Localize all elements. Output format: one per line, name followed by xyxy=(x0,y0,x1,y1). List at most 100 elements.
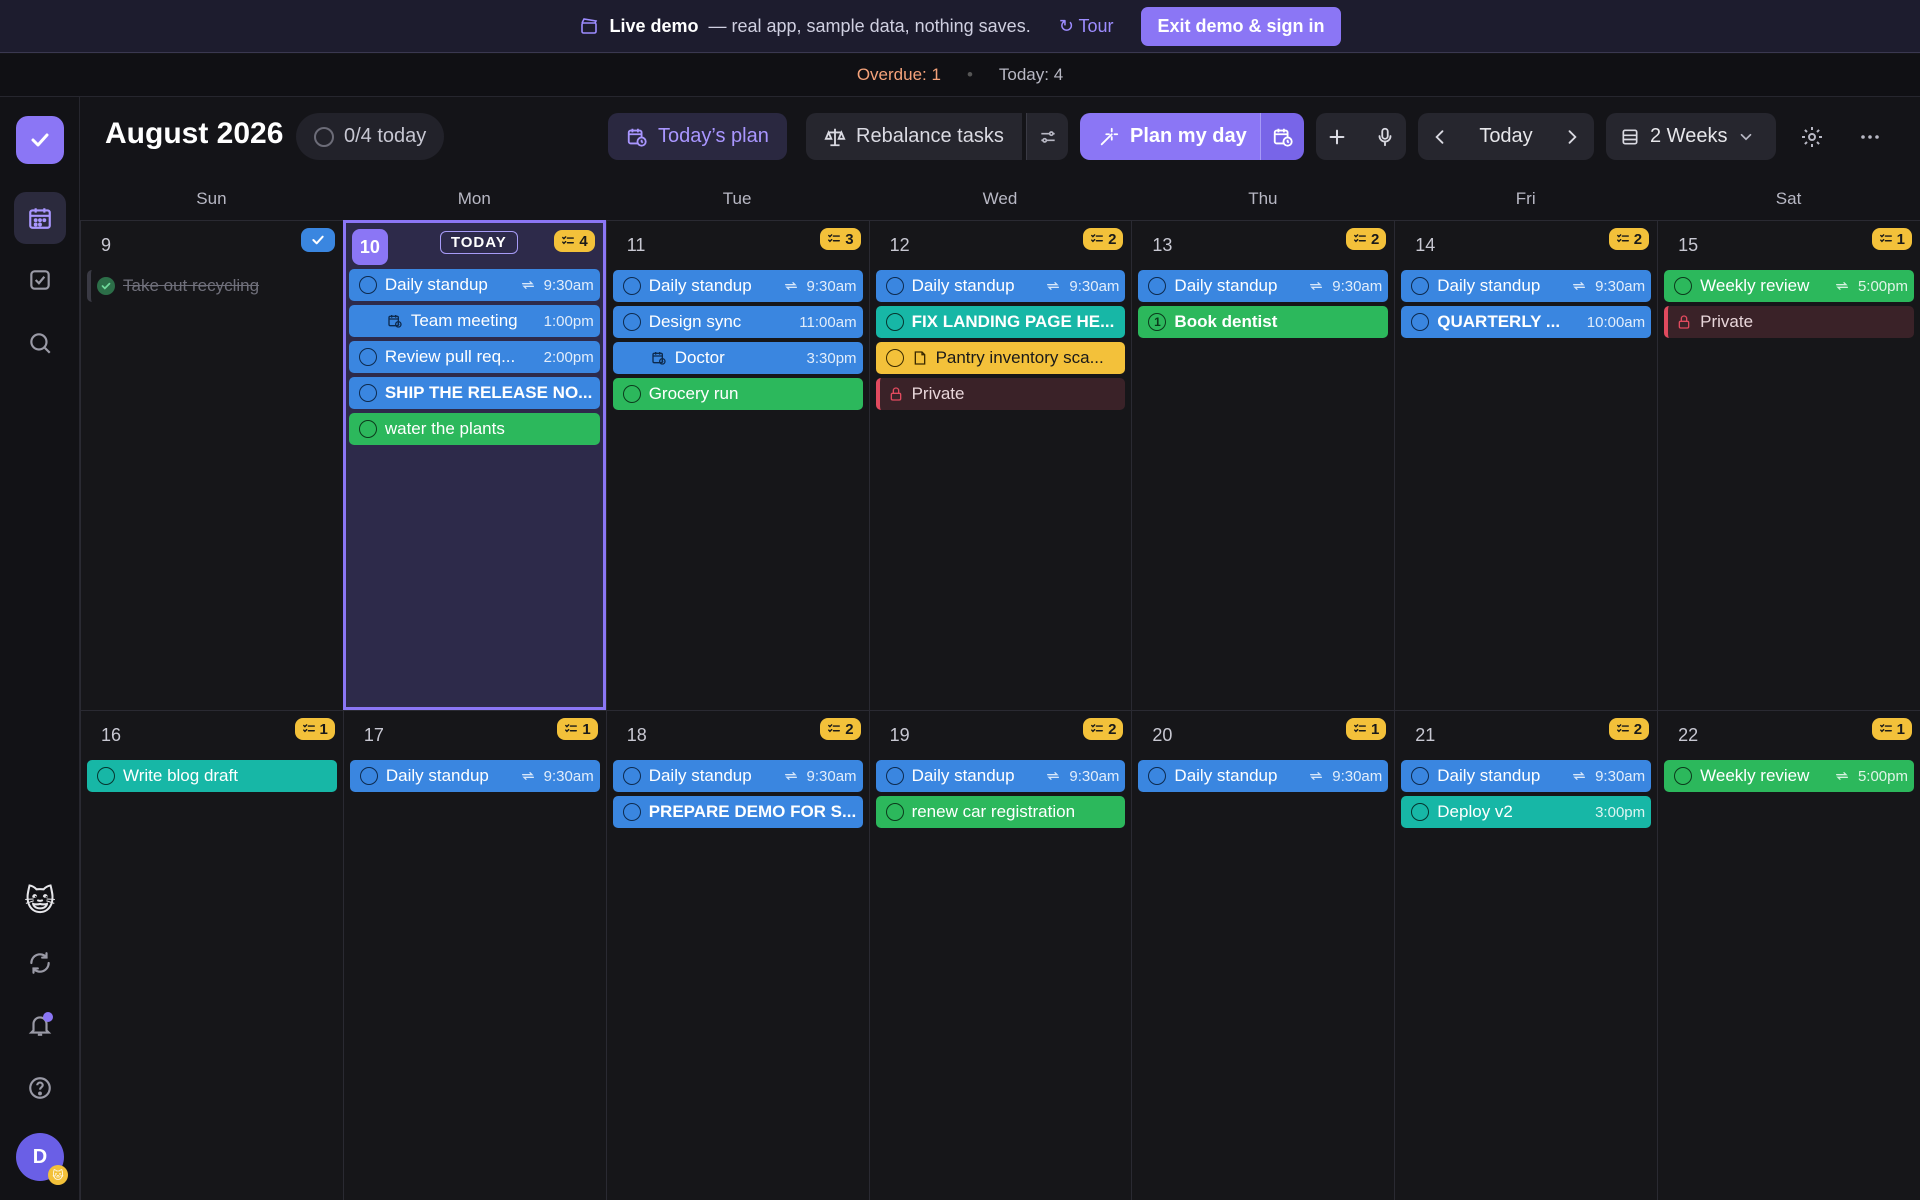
event-chip[interactable]: QUARTERLY ... 10:00am xyxy=(1401,306,1652,338)
day-cell[interactable]: 22 1 Weekly review 5:00pm xyxy=(1657,710,1920,1200)
event-chip[interactable]: SHIP THE RELEASE NO... xyxy=(348,377,600,409)
event-chip[interactable]: PREPARE DEMO FOR S... xyxy=(612,796,863,828)
event-chip[interactable]: Daily standup 9:30am xyxy=(612,760,863,792)
user-avatar[interactable]: D 🐱 xyxy=(16,1133,68,1185)
sidebar-item-search[interactable] xyxy=(14,317,66,369)
today-button[interactable]: Today xyxy=(1479,125,1532,148)
event-chip[interactable]: Take out recycling xyxy=(87,270,337,302)
task-checkbox[interactable] xyxy=(1674,277,1693,295)
plan-calendar-button[interactable] xyxy=(1260,113,1304,160)
rebalance-tasks-button[interactable]: Rebalance tasks xyxy=(806,113,1022,160)
task-count-badge[interactable]: 1 xyxy=(294,718,335,740)
event-chip[interactable]: 1 Book dentist xyxy=(1138,306,1389,338)
task-checkbox[interactable] xyxy=(1411,767,1430,785)
day-cell[interactable]: 13 2 Daily standup 9:30am 1 Book dentist xyxy=(1131,220,1395,710)
task-checkbox[interactable] xyxy=(622,313,641,331)
event-chip[interactable]: Daily standup 9:30am xyxy=(1138,760,1389,792)
day-cell[interactable]: 10 TODAY 4 Daily standup 9:30am Team meeting 1… xyxy=(342,220,606,710)
task-count-badge[interactable]: 2 xyxy=(1608,718,1650,740)
task-count-badge[interactable]: 1 xyxy=(1871,228,1912,250)
sidebar-item-calendar[interactable] xyxy=(14,192,66,244)
plan-my-day-button[interactable]: Plan my day xyxy=(1080,113,1265,160)
task-count-badge[interactable]: 2 xyxy=(1345,228,1387,250)
task-checkbox[interactable] xyxy=(885,277,904,295)
task-count-badge[interactable]: 1 xyxy=(557,718,598,740)
task-checkbox[interactable] xyxy=(1411,803,1430,821)
task-count-badge[interactable]: 4 xyxy=(554,230,595,252)
view-selector[interactable]: 2 Weeks xyxy=(1606,113,1776,160)
event-chip[interactable]: water the plants xyxy=(348,413,600,445)
event-chip[interactable]: Daily standup 9:30am xyxy=(875,760,1126,792)
event-chip[interactable]: Review pull req... 2:00pm xyxy=(348,341,600,373)
event-chip[interactable]: Weekly review 5:00pm xyxy=(1664,760,1914,792)
task-checkbox[interactable] xyxy=(622,767,641,785)
day-cell[interactable]: 17 1 Daily standup 9:30am xyxy=(342,710,606,1200)
event-chip[interactable]: Deploy v2 3:00pm xyxy=(1401,796,1652,828)
next-button[interactable] xyxy=(1562,127,1582,147)
event-chip[interactable]: Daily standup 9:30am xyxy=(1138,270,1389,302)
task-count-badge[interactable]: 2 xyxy=(1083,228,1124,250)
previous-button[interactable] xyxy=(1430,127,1450,147)
event-chip[interactable]: Design sync 11:00am xyxy=(612,306,863,338)
event-chip[interactable]: Doctor 3:30pm xyxy=(612,342,863,374)
event-chip[interactable]: Daily standup 9:30am xyxy=(348,269,600,301)
event-chip[interactable]: FIX LANDING PAGE HE... xyxy=(875,306,1126,338)
voice-input-button[interactable] xyxy=(1374,126,1396,148)
day-cell[interactable]: 16 1 Write blog draft xyxy=(80,710,343,1200)
day-cell[interactable]: 11 3 Daily standup 9:30am Design sync 11:00am… xyxy=(605,220,869,710)
event-chip[interactable]: Write blog draft xyxy=(87,760,337,792)
sidebar-item-notifications[interactable] xyxy=(14,999,66,1051)
today-count[interactable]: Today: 4 xyxy=(999,65,1063,85)
sidebar-item-help[interactable] xyxy=(14,1062,66,1114)
task-checkbox[interactable] xyxy=(1674,767,1693,785)
event-chip[interactable]: Daily standup 9:30am xyxy=(1401,760,1652,792)
todays-plan-button[interactable]: Today’s plan xyxy=(608,113,787,160)
task-checkbox[interactable] xyxy=(358,348,377,366)
event-chip[interactable]: Private xyxy=(1664,306,1914,338)
task-checkbox[interactable] xyxy=(1148,277,1167,295)
rebalance-options-button[interactable] xyxy=(1026,113,1068,160)
exit-demo-button[interactable]: Exit demo & sign in xyxy=(1141,6,1341,46)
more-options-button[interactable] xyxy=(1848,113,1892,160)
task-checkbox[interactable] xyxy=(622,803,641,821)
task-count-badge[interactable]: 1 xyxy=(1345,718,1387,740)
day-cell[interactable]: 14 2 Daily standup 9:30am QUARTERLY ... 10:00… xyxy=(1394,220,1658,710)
sidebar-item-tasks[interactable] xyxy=(14,254,66,306)
task-checkbox[interactable] xyxy=(358,276,377,294)
task-checkbox[interactable] xyxy=(359,767,378,785)
task-checkbox[interactable] xyxy=(622,277,641,295)
day-cell[interactable]: 19 2 Daily standup 9:30am renew car registra… xyxy=(868,710,1132,1200)
app-logo[interactable] xyxy=(16,116,64,164)
task-count-badge[interactable]: 1 xyxy=(1871,718,1912,740)
day-cell[interactable]: 20 1 Daily standup 9:30am xyxy=(1131,710,1395,1200)
event-chip[interactable]: renew car registration xyxy=(875,796,1126,828)
completed-check-icon[interactable] xyxy=(97,277,115,295)
event-chip[interactable]: Daily standup 9:30am xyxy=(875,270,1126,302)
event-chip[interactable]: Private xyxy=(875,378,1126,410)
priority-checkbox[interactable]: 1 xyxy=(1148,313,1167,331)
sidebar-item-sync[interactable] xyxy=(14,937,66,989)
task-count-badge[interactable]: 3 xyxy=(820,228,861,250)
tour-link[interactable]: ↻ Tour xyxy=(1059,16,1114,37)
event-chip[interactable]: Grocery run xyxy=(612,378,863,410)
day-cell[interactable]: 15 1 Weekly review 5:00pm Private xyxy=(1657,220,1920,710)
overdue-count[interactable]: Overdue: 1 xyxy=(857,65,941,85)
task-checkbox[interactable] xyxy=(358,384,377,402)
event-chip[interactable]: Pantry inventory sca... xyxy=(875,342,1126,374)
add-task-button[interactable] xyxy=(1326,126,1348,148)
task-checkbox[interactable] xyxy=(1411,313,1430,331)
all-done-badge[interactable] xyxy=(300,228,335,252)
task-count-badge[interactable]: 2 xyxy=(1083,718,1124,740)
task-checkbox[interactable] xyxy=(885,803,904,821)
task-checkbox[interactable] xyxy=(97,767,115,785)
event-chip[interactable]: Weekly review 5:00pm xyxy=(1664,270,1914,302)
task-checkbox[interactable] xyxy=(885,349,904,367)
event-chip[interactable]: Daily standup 9:30am xyxy=(349,760,600,792)
day-cell[interactable]: 18 2 Daily standup 9:30am PREPARE DEMO FOR S… xyxy=(605,710,869,1200)
day-cell[interactable]: 9 Take out recycling xyxy=(80,220,343,710)
today-progress-pill[interactable]: 0/4 today xyxy=(296,113,445,160)
task-checkbox[interactable] xyxy=(1148,767,1167,785)
day-cell[interactable]: 21 2 Daily standup 9:30am Deploy v2 3:00pm xyxy=(1394,710,1658,1200)
day-cell[interactable]: 12 2 Daily standup 9:30am FIX LANDING PAGE H… xyxy=(868,220,1132,710)
task-checkbox[interactable] xyxy=(885,313,904,331)
